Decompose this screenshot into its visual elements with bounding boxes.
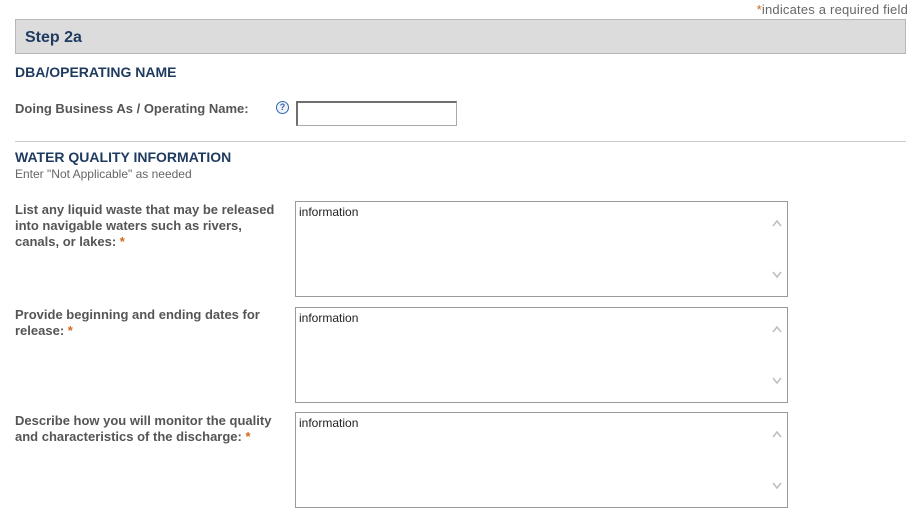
- step-header: Step 2a: [15, 19, 906, 54]
- label-line: into navigable waters such as rivers,: [15, 218, 242, 233]
- monitor-discharge-textarea[interactable]: information: [295, 412, 788, 508]
- scroll-down-icon[interactable]: [771, 481, 783, 491]
- label-line: Provide beginning and ending dates for: [15, 307, 260, 322]
- scroll-down-icon[interactable]: [771, 270, 783, 280]
- monitor-discharge-label: Describe how you will monitor the qualit…: [15, 413, 271, 445]
- required-note-text: indicates a required field: [761, 2, 908, 17]
- label-line: release: *: [15, 323, 260, 339]
- scroll-up-icon[interactable]: [771, 429, 783, 439]
- scroll-down-icon[interactable]: [771, 376, 783, 386]
- liquid-waste-textarea[interactable]: information: [295, 201, 788, 297]
- release-dates-label: Provide beginning and ending dates for r…: [15, 307, 260, 339]
- textarea-value: information: [299, 416, 359, 430]
- dba-field-label: Doing Business As / Operating Name:: [15, 101, 249, 116]
- scroll-up-icon[interactable]: [771, 324, 783, 334]
- label-line-text: release:: [15, 323, 65, 338]
- step-title: Step 2a: [25, 29, 82, 46]
- dba-input[interactable]: [296, 101, 457, 126]
- help-icon[interactable]: ?: [276, 101, 289, 114]
- required-star: *: [245, 429, 251, 444]
- label-line: List any liquid waste that may be releas…: [15, 202, 275, 217]
- required-star: *: [67, 323, 73, 338]
- textarea-value: information: [299, 311, 359, 325]
- textarea-value: information: [299, 205, 359, 219]
- label-line: canals, or lakes: *: [15, 234, 274, 250]
- required-field-note: *indicates a required field: [757, 2, 908, 17]
- label-line-text: and characteristics of the discharge:: [15, 429, 242, 444]
- required-star: *: [119, 234, 125, 249]
- release-dates-textarea[interactable]: information: [295, 307, 788, 403]
- dba-section-heading: DBA/OPERATING NAME: [15, 64, 177, 80]
- scroll-up-icon[interactable]: [771, 218, 783, 228]
- liquid-waste-label: List any liquid waste that may be releas…: [15, 202, 274, 250]
- label-line: and characteristics of the discharge: *: [15, 429, 271, 445]
- section-divider: [15, 141, 906, 142]
- label-line-text: canals, or lakes:: [15, 234, 117, 249]
- water-section-subtext: Enter "Not Applicable" as needed: [15, 167, 192, 181]
- label-line: Describe how you will monitor the qualit…: [15, 413, 272, 428]
- water-section-heading: WATER QUALITY INFORMATION: [15, 149, 232, 165]
